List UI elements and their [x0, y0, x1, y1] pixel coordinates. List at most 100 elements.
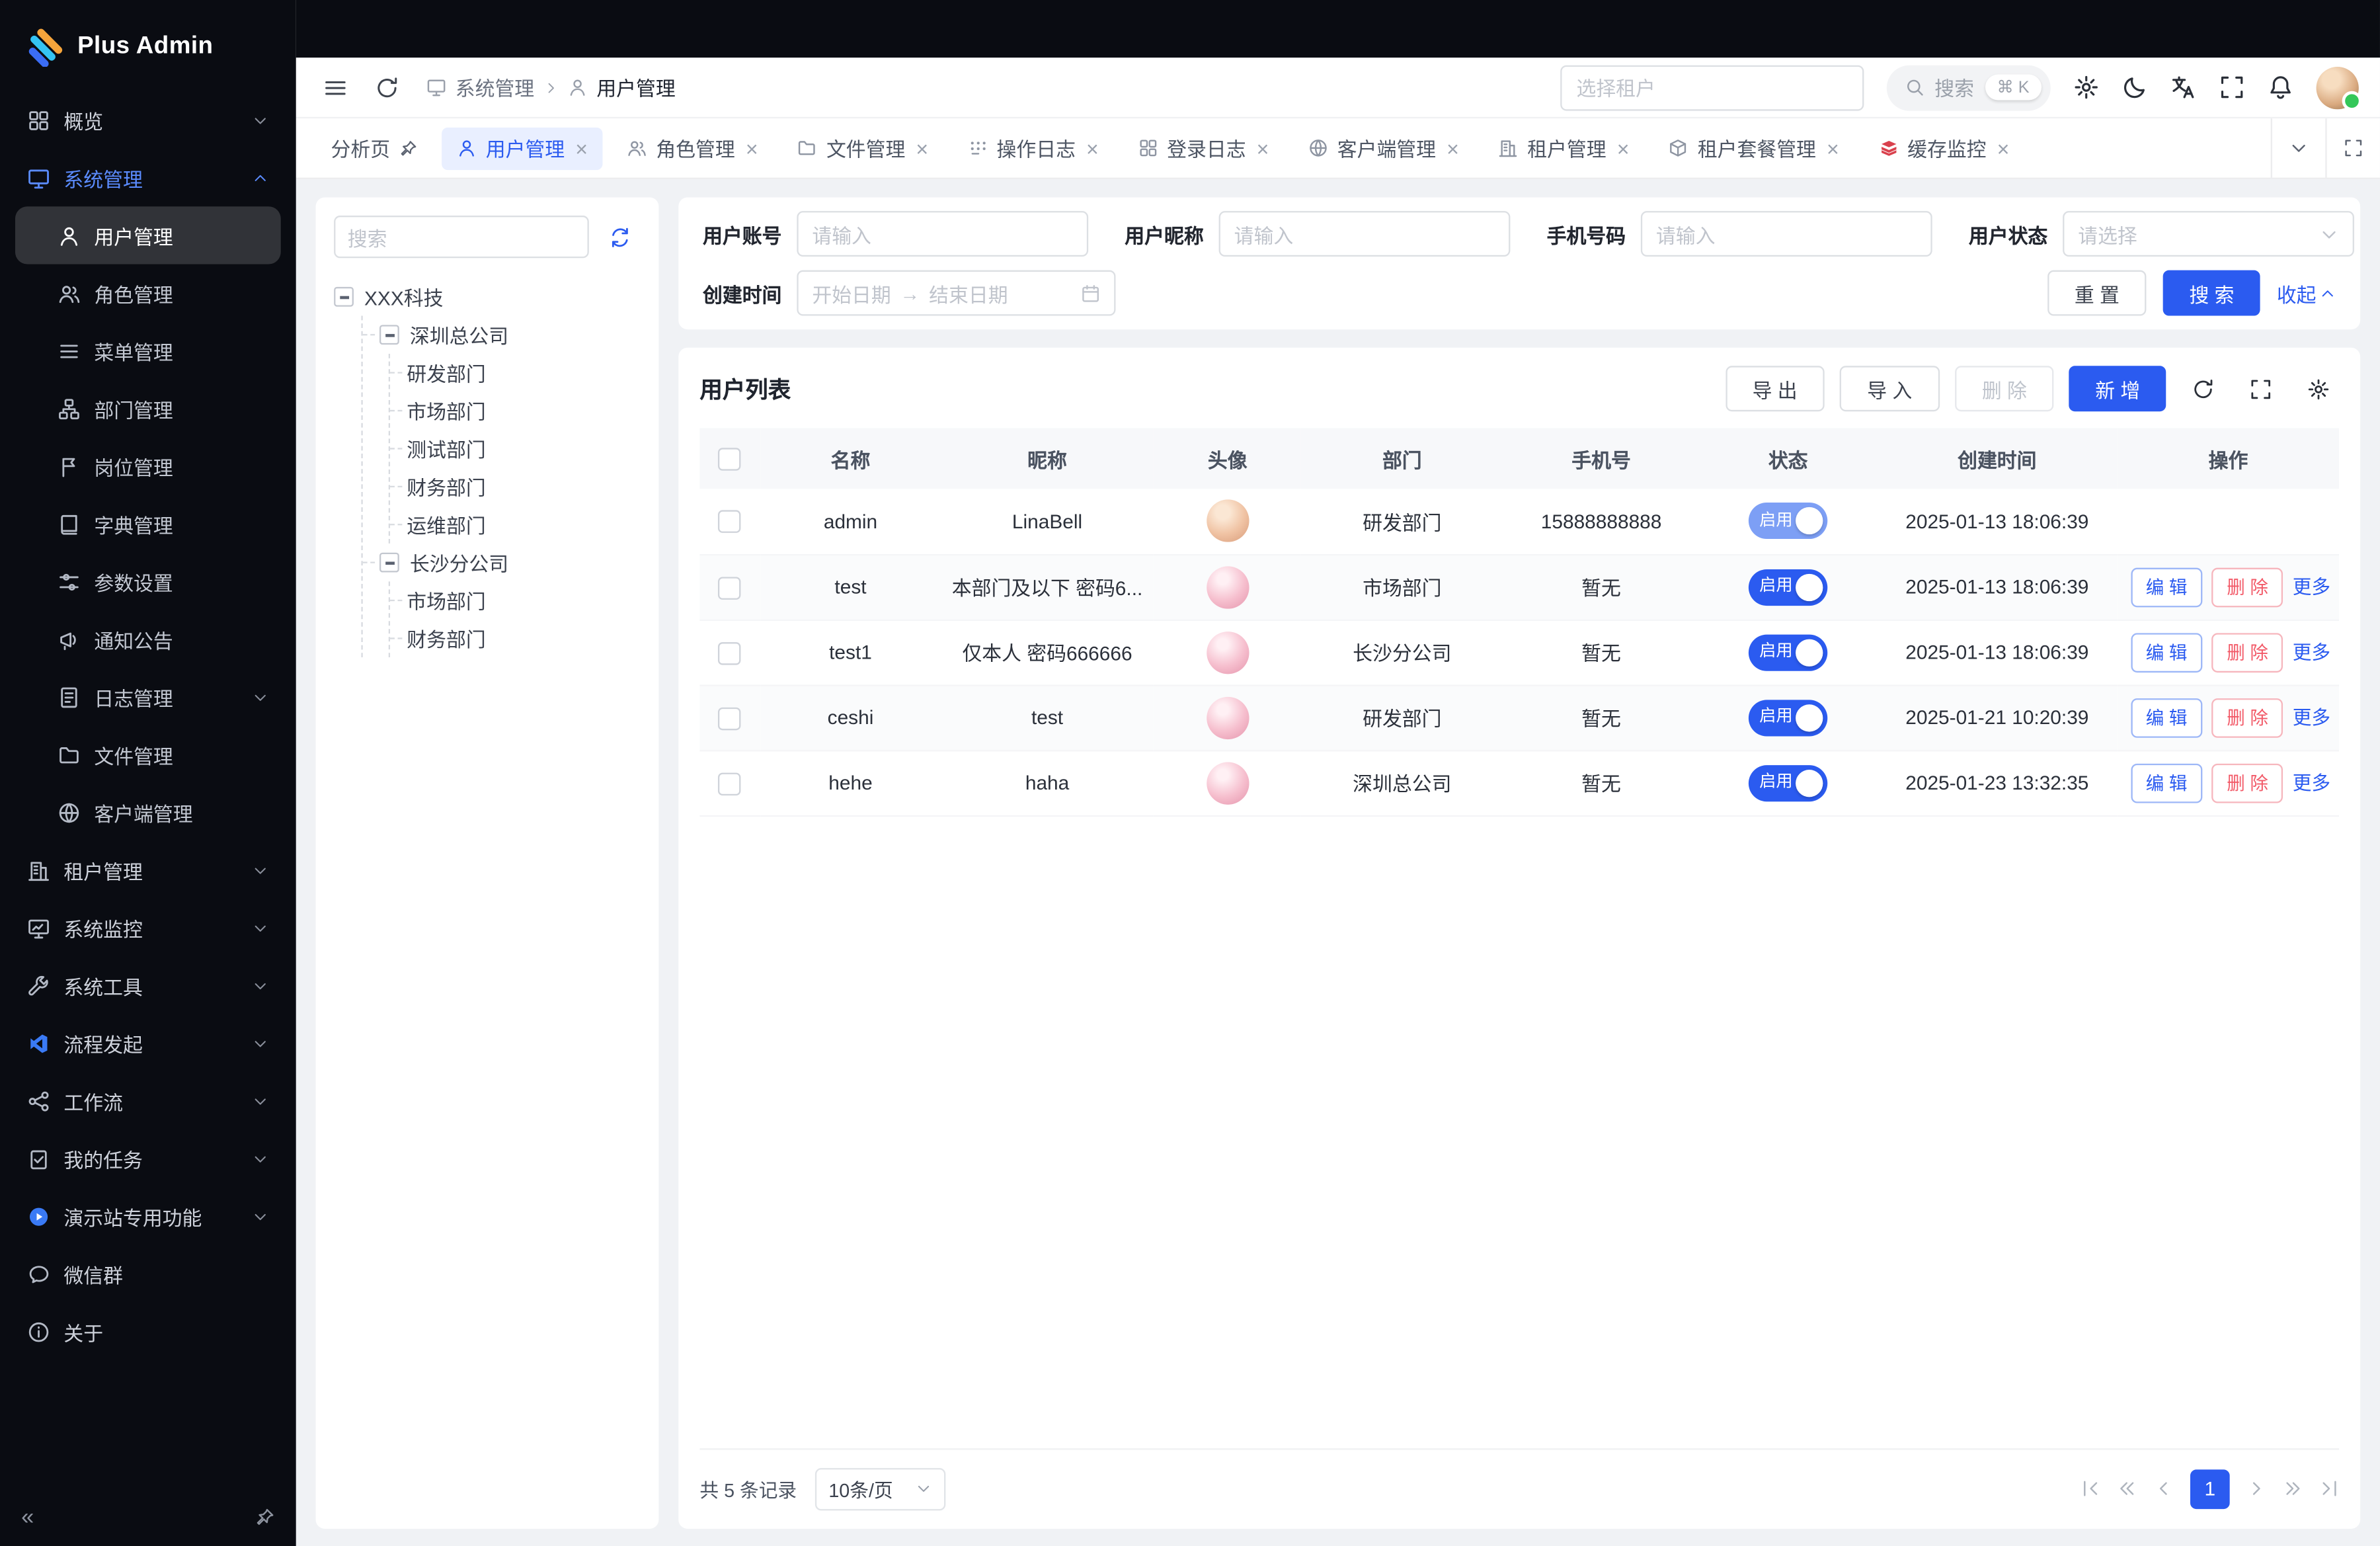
table-settings-icon[interactable]	[2297, 368, 2339, 410]
tab-tenant-package-management[interactable]: 租户套餐管理×	[1653, 127, 1854, 169]
pin-sidebar-icon[interactable]	[255, 1508, 275, 1527]
sidebar-item-tenant-management[interactable]: 租户管理	[15, 841, 281, 899]
collapse-filters-link[interactable]: 收起	[2277, 278, 2336, 307]
date-range-input[interactable]: 开始日期 → 结束日期	[797, 270, 1115, 316]
close-icon[interactable]: ×	[1997, 138, 2010, 159]
sidebar-item-system-management[interactable]: 系统管理	[15, 149, 281, 206]
tab-analysis[interactable]: 分析页	[316, 127, 433, 169]
add-button[interactable]: 新 增	[2069, 366, 2166, 411]
sidebar-item-process-start[interactable]: 流程发起	[15, 1014, 281, 1072]
sidebar-item-department-management[interactable]: 部门管理	[15, 380, 281, 437]
delete-button[interactable]: 删 除	[2211, 567, 2283, 607]
tree-node[interactable]: 财务部门	[390, 620, 641, 657]
dark-mode-icon[interactable]	[2122, 74, 2148, 100]
tree-node[interactable]: XXX科技	[334, 278, 641, 315]
sidebar-item-system-monitor[interactable]: 系统监控	[15, 899, 281, 956]
tree-node[interactable]: 市场部门	[390, 391, 641, 429]
tree-node[interactable]: 运维部门	[390, 506, 641, 544]
phone-input[interactable]: 请输入	[1641, 211, 1932, 257]
sidebar-item-post-management[interactable]: 岗位管理	[15, 437, 281, 495]
edit-button[interactable]: 编 辑	[2131, 763, 2203, 803]
row-checkbox[interactable]	[719, 707, 741, 729]
status-toggle[interactable]: 启用	[1749, 699, 1827, 735]
breadcrumb-item[interactable]: 系统管理	[456, 73, 534, 102]
table-row[interactable]: hehehaha深圳总公司暂无启用2025-01-23 13:32:35编 辑删…	[699, 750, 2339, 815]
edit-button[interactable]: 编 辑	[2131, 698, 2203, 737]
sidebar-item-param-settings[interactable]: 参数设置	[15, 553, 281, 610]
tree-node[interactable]: 研发部门	[390, 354, 641, 391]
edit-button[interactable]: 编 辑	[2131, 567, 2203, 607]
tree-refresh-icon[interactable]	[598, 216, 641, 258]
next-group-icon[interactable]	[2283, 1479, 2303, 1498]
table-row[interactable]: test1仅本人 密码666666长沙分公司暂无启用2025-01-13 18:…	[699, 620, 2339, 685]
more-button[interactable]: 更多	[2293, 708, 2330, 729]
tab-file-management[interactable]: 文件管理×	[782, 127, 943, 169]
tree-node[interactable]: 财务部门	[390, 468, 641, 505]
tab-client-management[interactable]: 客户端管理×	[1293, 127, 1474, 169]
delete-button[interactable]: 删 除	[2211, 763, 2283, 803]
sidebar-item-log-management[interactable]: 日志管理	[15, 668, 281, 725]
tenant-select[interactable]: 选择租户	[1560, 65, 1863, 110]
close-icon[interactable]: ×	[1257, 138, 1269, 159]
tab-operation-log[interactable]: 操作日志×	[953, 127, 1114, 169]
sidebar-item-client-management[interactable]: 客户端管理	[15, 784, 281, 841]
tab-options-icon[interactable]	[2271, 118, 2326, 178]
status-toggle[interactable]: 启用	[1749, 503, 1827, 540]
close-icon[interactable]: ×	[575, 138, 588, 159]
sidebar-item-notice[interactable]: 通知公告	[15, 610, 281, 668]
global-search-button[interactable]: 搜索 ⌘ K	[1886, 65, 2051, 110]
table-row[interactable]: test本部门及以下 密码6...市场部门暂无启用2025-01-13 18:0…	[699, 554, 2339, 620]
close-icon[interactable]: ×	[1086, 138, 1099, 159]
table-row[interactable]: ceshitest研发部门暂无启用2025-01-21 10:20:39编 辑删…	[699, 684, 2339, 750]
tree-node[interactable]: 市场部门	[390, 581, 641, 619]
search-button[interactable]: 搜 索	[2163, 270, 2260, 316]
tab-fullscreen-icon[interactable]	[2325, 118, 2380, 178]
close-icon[interactable]: ×	[1447, 138, 1459, 159]
tab-cache-monitor[interactable]: 缓存监控×	[1864, 127, 2025, 169]
edit-button[interactable]: 编 辑	[2131, 632, 2203, 672]
row-checkbox[interactable]	[719, 641, 741, 664]
current-page[interactable]: 1	[2190, 1469, 2230, 1508]
tree-search-input[interactable]: 搜索	[334, 216, 589, 258]
account-input[interactable]: 请输入	[797, 211, 1088, 257]
fullscreen-icon[interactable]	[2219, 74, 2245, 100]
status-toggle[interactable]: 启用	[1749, 634, 1827, 671]
tree-node[interactable]: 测试部门	[390, 430, 641, 468]
more-button[interactable]: 更多	[2293, 642, 2330, 663]
prev-group-icon[interactable]	[2118, 1479, 2137, 1498]
pin-icon[interactable]	[399, 139, 418, 157]
status-toggle[interactable]: 启用	[1749, 764, 1827, 801]
delete-button[interactable]: 删 除	[2211, 698, 2283, 737]
more-button[interactable]: 更多	[2293, 577, 2330, 598]
hamburger-menu-icon[interactable]	[317, 69, 354, 105]
row-checkbox[interactable]	[719, 772, 741, 795]
sidebar-item-about[interactable]: 关于	[15, 1303, 281, 1360]
sidebar-item-user-management[interactable]: 用户管理	[15, 206, 281, 264]
sidebar-item-menu-management[interactable]: 菜单管理	[15, 322, 281, 380]
table-refresh-icon[interactable]	[2181, 368, 2223, 410]
status-toggle[interactable]: 启用	[1749, 569, 1827, 605]
close-icon[interactable]: ×	[916, 138, 928, 159]
more-button[interactable]: 更多	[2293, 773, 2330, 794]
collapse-sidebar-button[interactable]: «	[21, 1504, 34, 1530]
status-select[interactable]: 请选择	[2063, 211, 2354, 257]
collapse-icon[interactable]	[379, 553, 399, 573]
export-button[interactable]: 导 出	[1725, 366, 1825, 411]
table-fullscreen-icon[interactable]	[2239, 368, 2281, 410]
bell-icon[interactable]	[2268, 74, 2293, 100]
tree-node[interactable]: 深圳总公司	[363, 316, 641, 354]
tree-node[interactable]: 长沙分公司	[363, 544, 641, 581]
sidebar-item-overview[interactable]: 概览	[15, 91, 281, 149]
prev-page-icon[interactable]	[2154, 1479, 2174, 1498]
row-checkbox[interactable]	[719, 576, 741, 598]
close-icon[interactable]: ×	[1827, 138, 1839, 159]
sidebar-item-workflow[interactable]: 工作流	[15, 1072, 281, 1129]
tab-role-management[interactable]: 角色管理×	[612, 127, 774, 169]
row-checkbox[interactable]	[719, 510, 741, 533]
import-button[interactable]: 导 入	[1840, 366, 1940, 411]
user-avatar[interactable]	[2317, 66, 2359, 108]
sidebar-item-wechat-group[interactable]: 微信群	[15, 1245, 281, 1303]
sidebar-item-role-management[interactable]: 角色管理	[15, 264, 281, 321]
next-page-icon[interactable]	[2246, 1479, 2266, 1498]
tab-login-log[interactable]: 登录日志×	[1123, 127, 1285, 169]
